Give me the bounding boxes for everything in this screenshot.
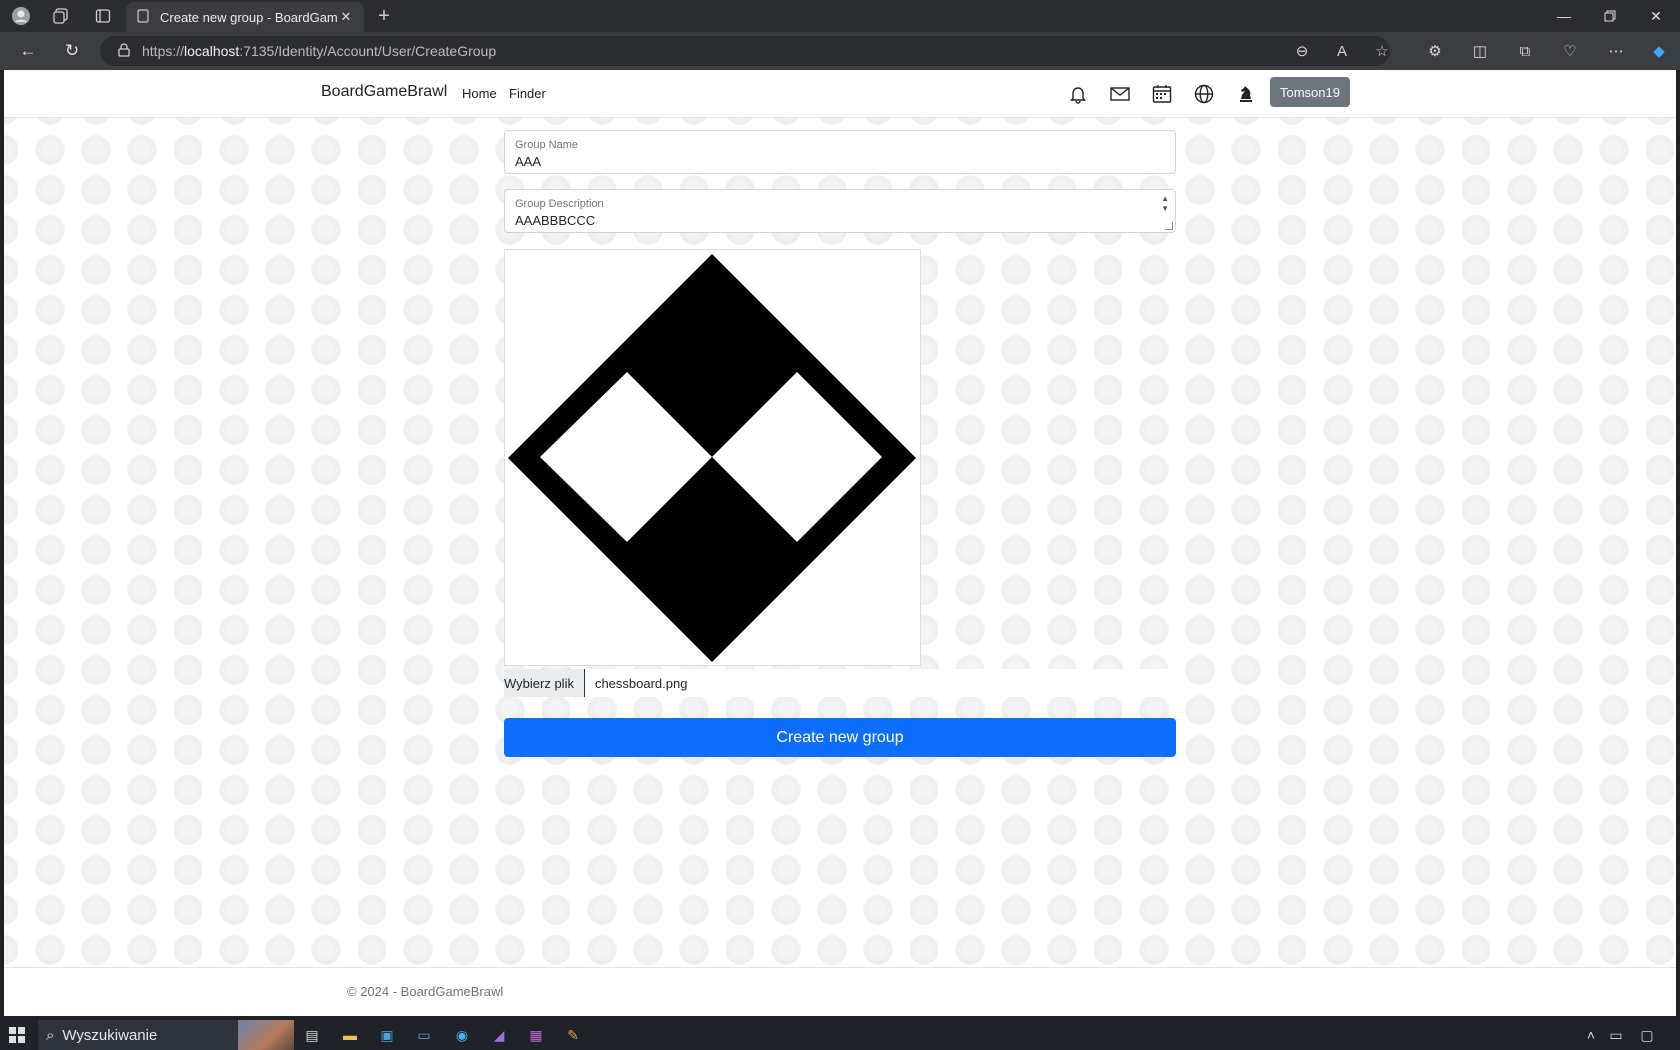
scroll-arrows-icon[interactable]: ▲ ▼ xyxy=(1161,194,1169,214)
zoom-icon[interactable]: ⊖ xyxy=(1290,40,1314,62)
restore-icon[interactable] xyxy=(1587,0,1633,32)
globe-icon[interactable] xyxy=(1193,83,1215,105)
search-icon: ⌕ xyxy=(46,1026,55,1044)
network-icon[interactable]: ▭ xyxy=(1605,1025,1627,1045)
bell-icon[interactable] xyxy=(1067,83,1089,105)
site-footer: © 2024 - BoardGameBrawl xyxy=(4,967,1676,1016)
taskbar-search[interactable]: ⌕ Wyszukiwanie xyxy=(38,1020,294,1050)
split-screen-icon[interactable]: ◫ xyxy=(1468,40,1492,62)
calendar-icon[interactable] xyxy=(1151,83,1173,105)
edge-icon[interactable]: ◉ xyxy=(451,1025,473,1045)
url-field[interactable]: https://localhost:7135/Identity/Account/… xyxy=(100,36,1390,66)
chessboard-image xyxy=(508,254,916,662)
selected-filename: chessboard.png xyxy=(594,675,688,691)
site-navbar: BoardGameBrawl Home Finder Tomson19 xyxy=(4,70,1676,118)
page-favicon-icon xyxy=(136,8,150,26)
address-bar: ← ↻ https://localhost:7135/Identity/Acco… xyxy=(0,32,1680,70)
active-tab[interactable]: Create new group - BoardGameBrawl ✕ xyxy=(126,2,364,32)
choose-file-button[interactable]: Wybierz plik xyxy=(504,669,585,697)
url-path: :7135/Identity/Account/User/CreateGroup xyxy=(239,43,497,59)
back-icon[interactable]: ← xyxy=(16,40,40,62)
group-image-preview xyxy=(504,249,921,666)
file-input[interactable]: Wybierz plik chessboard.png xyxy=(504,669,1176,697)
taskbar: ⌕ Wyszukiwanie ▤ ▬ ▣ ▭ ◉ ◢ ▦ ✎ ˄ ▭ ▢ xyxy=(0,1020,1680,1050)
nav-home-link[interactable]: Home xyxy=(462,86,497,101)
url-prefix: https:// xyxy=(142,43,185,59)
group-description-label: Group Description xyxy=(515,198,604,210)
group-description-value: AAABBBCCC xyxy=(515,213,596,228)
tab-actions-icon[interactable] xyxy=(92,5,114,27)
read-aloud-icon[interactable]: A xyxy=(1330,40,1354,62)
user-menu-button[interactable]: Tomson19 xyxy=(1270,77,1350,107)
mail-icon[interactable] xyxy=(1109,83,1131,105)
visual-studio-icon[interactable]: ◢ xyxy=(488,1025,510,1045)
page-viewport: BoardGameBrawl Home Finder Tomson19 Grou… xyxy=(4,70,1676,1016)
task-view-icon[interactable]: ▤ xyxy=(301,1025,323,1045)
browser-tab-bar: Create new group - BoardGameBrawl ✕ + — … xyxy=(0,0,1680,32)
copilot-icon[interactable]: ◆ xyxy=(1647,40,1671,62)
brand-link[interactable]: BoardGameBrawl xyxy=(321,83,447,101)
refresh-icon[interactable]: ↻ xyxy=(60,40,84,62)
tab-title: Create new group - BoardGameBrawl xyxy=(160,9,338,25)
paint-icon[interactable]: ✎ xyxy=(562,1025,584,1045)
group-name-label: Group Name xyxy=(515,139,578,151)
windows-start-icon[interactable] xyxy=(6,1025,28,1045)
search-placeholder: Wyszukiwanie xyxy=(62,1026,158,1044)
browser-essentials-icon[interactable]: ♡ xyxy=(1558,40,1582,62)
group-name-field[interactable]: Group Name AAA xyxy=(504,130,1176,174)
minimize-icon[interactable]: — xyxy=(1541,0,1587,32)
nav-finder-link[interactable]: Finder xyxy=(509,86,546,101)
lock-icon xyxy=(118,42,130,60)
tray-chevron-icon[interactable]: ˄ xyxy=(1580,1025,1602,1045)
chess-knight-icon[interactable] xyxy=(1235,83,1257,105)
resize-handle-icon[interactable] xyxy=(1165,222,1173,230)
workspaces-icon[interactable] xyxy=(50,5,72,27)
new-tab-icon[interactable]: + xyxy=(373,5,395,27)
url-host: localhost xyxy=(184,43,240,59)
favorite-star-icon[interactable]: ☆ xyxy=(1370,40,1394,62)
profile-icon[interactable] xyxy=(10,5,32,27)
close-tab-icon[interactable]: ✕ xyxy=(338,9,354,25)
group-name-value: AAA xyxy=(515,154,542,169)
close-window-icon[interactable]: ✕ xyxy=(1633,0,1679,32)
group-description-field[interactable]: Group Description AAABBBCCC ▲ ▼ xyxy=(504,189,1176,233)
outlook-icon[interactable]: ▣ xyxy=(376,1025,398,1045)
footer-copyright: © 2024 - BoardGameBrawl xyxy=(347,984,504,999)
notifications-icon[interactable]: ▢ xyxy=(1636,1025,1658,1045)
extensions-icon[interactable]: ⚙ xyxy=(1423,40,1447,62)
collections-icon[interactable]: ⧉ xyxy=(1513,40,1537,62)
remote-desktop-icon[interactable]: ▭ xyxy=(413,1025,435,1045)
create-group-button[interactable]: Create new group xyxy=(504,718,1176,757)
more-menu-icon[interactable]: ⋯ xyxy=(1604,40,1628,62)
search-highlight-image xyxy=(238,1020,294,1050)
file-explorer-icon[interactable]: ▬ xyxy=(339,1025,361,1045)
csharp-app-icon[interactable]: ▦ xyxy=(525,1025,547,1045)
